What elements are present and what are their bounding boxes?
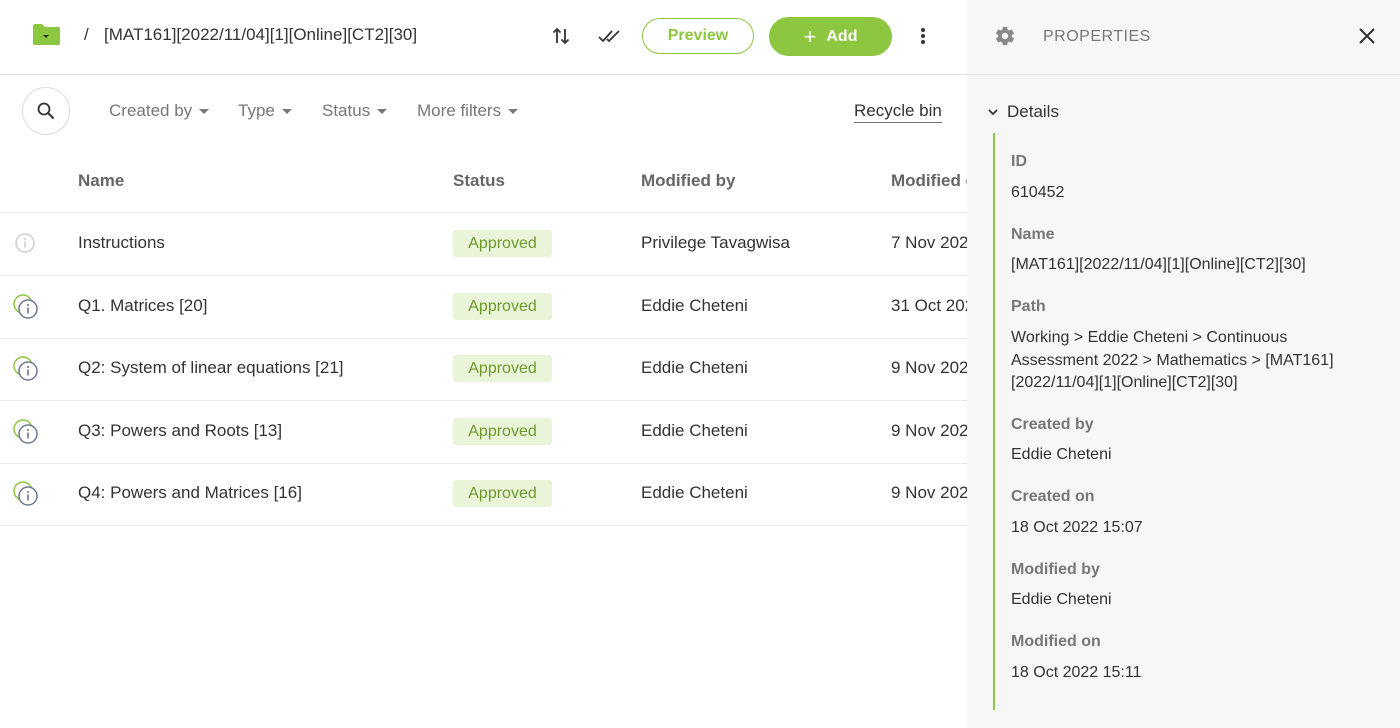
status-badge: Approved [453, 293, 552, 320]
row-modified-by: Eddie Cheteni [641, 358, 748, 377]
row-modified-on: 9 Nov 2022 [891, 421, 967, 440]
prop-value-created-on: 18 Oct 2022 15:07 [1011, 519, 1143, 536]
properties-panel: PROPERTIES Details ID 610452 Name [MAT16… [967, 0, 1400, 728]
breadcrumb-separator: / [84, 25, 89, 44]
column-header-status[interactable]: Status [453, 171, 505, 191]
table-row[interactable]: Q1. Matrices [20] Approved Eddie Cheteni… [0, 276, 967, 339]
table-row[interactable]: Q2: System of linear equations [21] Appr… [0, 338, 967, 401]
row-name: Q4: Powers and Matrices [16] [78, 483, 302, 502]
prop-value-modified-on: 18 Oct 2022 15:11 [1011, 664, 1142, 681]
table-header: Name Status Modified by Modified on [0, 151, 967, 213]
row-modified-on: 9 Nov 2022 [891, 483, 967, 502]
filter-label: Status [322, 101, 371, 120]
details-section-label: Details [1007, 102, 1059, 121]
status-badge: Approved [453, 230, 552, 257]
caret-down-icon [199, 108, 210, 114]
prop-value-path: Working > Eddie Cheteni > Continuous Ass… [1011, 329, 1334, 391]
prop-label-created-on: Created on [1011, 488, 1095, 505]
status-badge: Approved [453, 480, 552, 507]
row-modified-by: Eddie Cheteni [641, 421, 748, 440]
more-vertical-icon[interactable] [911, 23, 935, 49]
row-modified-by: Privilege Tavagwisa [641, 233, 790, 252]
status-badge: Approved [453, 418, 552, 445]
filter-label: Created by [109, 101, 193, 120]
preview-button[interactable]: Preview [642, 18, 754, 54]
details-section-toggle[interactable]: Details [987, 102, 1059, 122]
row-modified-on: 9 Nov 2022 [891, 358, 967, 377]
column-header-name[interactable]: Name [78, 171, 124, 191]
properties-header: PROPERTIES [967, 0, 1400, 75]
sort-icon[interactable] [549, 24, 573, 48]
filter-created-by[interactable]: Created by [109, 101, 210, 121]
filter-label: Type [238, 101, 275, 120]
plus-icon: + [803, 23, 817, 49]
prop-value-modified-by: Eddie Cheteni [1011, 591, 1112, 608]
prop-value-id: 610452 [1011, 184, 1065, 201]
filter-type[interactable]: Type [238, 101, 292, 121]
row-name: Q3: Powers and Roots [13] [78, 421, 283, 440]
status-badge: Approved [453, 355, 552, 382]
info-icon [13, 294, 38, 319]
filter-status[interactable]: Status [322, 101, 388, 121]
info-icon [13, 481, 38, 506]
panel-title: PROPERTIES [1043, 28, 1151, 45]
search-button[interactable] [22, 87, 70, 135]
prop-label-name: Name [1011, 226, 1055, 243]
row-name: Q2: System of linear equations [21] [78, 358, 344, 377]
caret-down-icon [377, 108, 388, 114]
top-bar: / [MAT161][2022/11/04][1][Online][CT2][3… [0, 0, 967, 75]
caret-down-icon [281, 108, 292, 114]
caret-down-icon [508, 108, 519, 114]
prop-label-modified-by: Modified by [1011, 561, 1100, 578]
filter-label: More filters [417, 101, 502, 120]
table-row[interactable]: Instructions Approved Privilege Tavagwis… [0, 213, 967, 276]
breadcrumb-current: [MAT161][2022/11/04][1][Online][CT2][30] [104, 25, 418, 44]
row-modified-on: 31 Oct 2022 [891, 296, 967, 315]
details-body: ID 610452 Name [MAT161][2022/11/04][1][O… [993, 133, 1375, 710]
prop-label-modified-on: Modified on [1011, 633, 1101, 650]
prop-label-id: ID [1011, 153, 1027, 170]
prop-value-created-by: Eddie Cheteni [1011, 446, 1112, 463]
filter-more[interactable]: More filters [417, 101, 519, 121]
column-header-modified-by[interactable]: Modified by [641, 171, 735, 191]
row-name: Instructions [78, 233, 165, 252]
prop-label-path: Path [1011, 298, 1046, 315]
folder-icon[interactable] [32, 23, 61, 46]
add-button-label: Add [826, 27, 858, 45]
info-icon [13, 356, 38, 381]
search-icon [37, 102, 55, 120]
filter-bar: Created by Type Status More filters Recy… [0, 75, 967, 151]
prop-label-created-by: Created by [1011, 416, 1094, 433]
add-button[interactable]: + Add [769, 17, 892, 56]
row-modified-on: 7 Nov 2022 [891, 233, 967, 252]
table-row[interactable]: Q3: Powers and Roots [13] Approved Eddie… [0, 401, 967, 464]
gear-icon[interactable] [994, 25, 1016, 47]
recycle-bin-link[interactable]: Recycle bin [854, 101, 942, 123]
info-icon [13, 419, 38, 444]
column-header-modified-on[interactable]: Modified on [891, 171, 967, 191]
close-icon[interactable] [1355, 24, 1379, 48]
row-name: Q1. Matrices [20] [78, 296, 208, 315]
main-area: / [MAT161][2022/11/04][1][Online][CT2][3… [0, 0, 967, 728]
chevron-down-icon [988, 109, 998, 116]
prop-value-name: [MAT161][2022/11/04][1][Online][CT2][30] [1011, 256, 1306, 273]
row-modified-by: Eddie Cheteni [641, 483, 748, 502]
table-row[interactable]: Q4: Powers and Matrices [16] Approved Ed… [0, 463, 967, 526]
row-modified-by: Eddie Cheteni [641, 296, 748, 315]
info-icon [15, 233, 35, 253]
double-check-icon[interactable] [597, 24, 625, 48]
